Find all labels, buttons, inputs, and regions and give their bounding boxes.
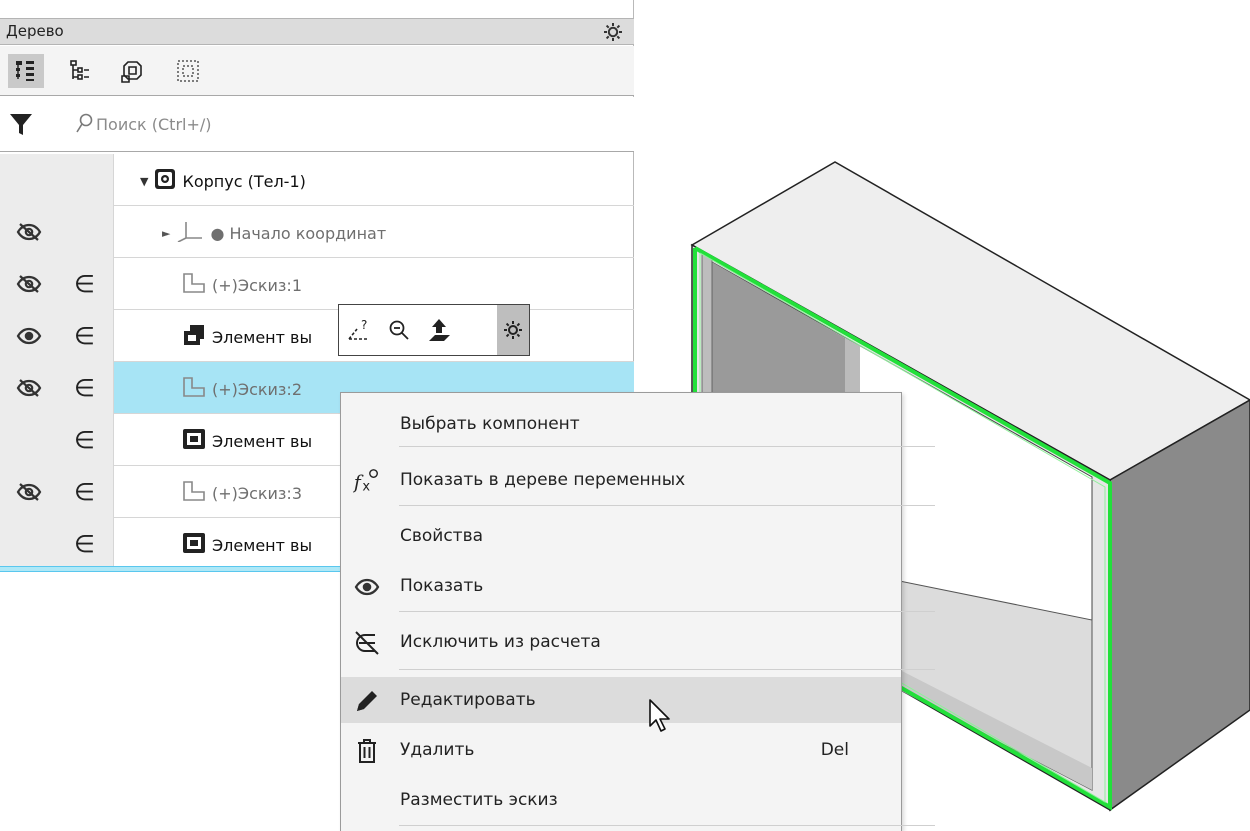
tree-row[interactable]: ∈ Элемент вы (0, 310, 634, 362)
menu-item-label: Показать (400, 576, 484, 596)
gear-icon[interactable] (602, 21, 624, 47)
filter-icon[interactable] (8, 111, 34, 141)
panel-header: Дерево (0, 18, 634, 45)
menu-item-show[interactable]: Показать (341, 563, 901, 609)
menu-separator (399, 825, 935, 826)
extrusion-icon (182, 428, 206, 454)
tree-row-label: Элемент вы (212, 327, 313, 347)
fx-icon: fx (353, 467, 381, 495)
menu-item-exclude[interactable]: Исключить из расчета (341, 619, 901, 665)
normal-to-icon[interactable] (419, 305, 459, 355)
tree-row-label: (+)Эскиз:1 (212, 275, 302, 295)
mini-toolbar: ? (338, 304, 530, 356)
tree-row[interactable]: ∈ (+)Эскиз:1 (0, 258, 634, 310)
menu-item-show-in-variables[interactable]: fx Показать в дереве переменных (341, 457, 901, 503)
eye-icon (353, 573, 381, 601)
pencil-icon (353, 687, 381, 715)
tree-row[interactable]: ▼ Корпус (Тел-1) (0, 154, 634, 206)
sketch-icon (182, 272, 206, 298)
svg-text:?: ? (361, 318, 367, 332)
exclude-icon[interactable]: ∈ (74, 480, 95, 504)
zoom-icon[interactable] (379, 305, 419, 355)
menu-separator (399, 611, 935, 612)
menu-item-label: Выбрать компонент (400, 414, 580, 434)
extrusion-icon (182, 532, 206, 558)
component-icon[interactable] (114, 54, 150, 88)
eye-hidden-icon[interactable] (16, 481, 42, 507)
gear-icon[interactable] (497, 305, 529, 355)
menu-item-label: Разместить эскиз (400, 790, 558, 810)
panel-title: Дерево (6, 22, 64, 40)
menu-item-place-sketch[interactable]: Разместить эскиз (341, 777, 901, 823)
menu-item-label: Редактировать (400, 690, 536, 710)
tree-toolbar (0, 46, 634, 96)
eye-hidden-icon[interactable] (16, 273, 42, 299)
trash-icon (353, 737, 381, 765)
menu-separator (399, 669, 935, 670)
context-menu: Выбрать компонент fx Показать в дереве п… (340, 392, 935, 831)
tree-row-label: Элемент вы (212, 431, 313, 451)
tree-row-label: Элемент вы (212, 535, 313, 555)
exclude-icon[interactable]: ∈ (74, 324, 95, 348)
exclude-icon[interactable]: ∈ (74, 272, 95, 296)
sketch-query-icon[interactable]: ? (339, 305, 379, 355)
eye-hidden-icon[interactable] (16, 221, 42, 247)
menu-item-label: Свойства (400, 526, 484, 546)
extrusion-icon (182, 324, 206, 350)
mouse-cursor-icon (649, 699, 670, 732)
expand-arrow-icon[interactable]: ▼ (140, 175, 148, 188)
tree-row[interactable]: ► ● Начало координат (0, 206, 634, 258)
body-icon (154, 168, 176, 194)
menu-item-label: Показать в дереве переменных (400, 470, 686, 490)
menu-item-label: Удалить (400, 740, 475, 760)
search-icon (75, 113, 93, 139)
tree-row-label: ● Начало координат (210, 223, 387, 243)
menu-item-shortcut: Del (820, 740, 849, 760)
search-input[interactable] (96, 110, 596, 138)
tree-list-icon[interactable] (62, 54, 98, 88)
select-frame-icon[interactable] (170, 54, 206, 88)
search-row (0, 97, 634, 152)
menu-item-edit[interactable]: Редактировать (341, 677, 901, 723)
sketch-icon (182, 480, 206, 506)
menu-item-select-component[interactable]: Выбрать компонент (341, 401, 901, 447)
tree-structure-icon[interactable] (8, 54, 44, 88)
menu-item-delete[interactable]: Удалить Del (341, 727, 901, 773)
exclude-icon[interactable]: ∈ (74, 532, 95, 556)
menu-separator (399, 505, 935, 506)
menu-separator (399, 446, 935, 447)
menu-item-properties[interactable]: Свойства (341, 513, 901, 559)
tree-row-label: (+)Эскиз:3 (212, 483, 302, 503)
exclude-icon[interactable]: ∈ (74, 376, 95, 400)
sketch-icon (182, 376, 206, 402)
exclude-icon[interactable]: ∈ (74, 428, 95, 452)
origin-icon (176, 220, 204, 246)
tree-row-label: Корпус (Тел-1) (182, 171, 306, 191)
eye-visible-icon[interactable] (16, 325, 42, 351)
svg-text:x: x (362, 479, 370, 494)
menu-item-label: Исключить из расчета (400, 632, 601, 652)
tree-row-label: (+)Эскиз:2 (212, 379, 302, 399)
eye-hidden-icon[interactable] (16, 377, 42, 403)
expand-arrow-icon[interactable]: ► (162, 227, 170, 240)
exclude-icon (353, 629, 381, 657)
